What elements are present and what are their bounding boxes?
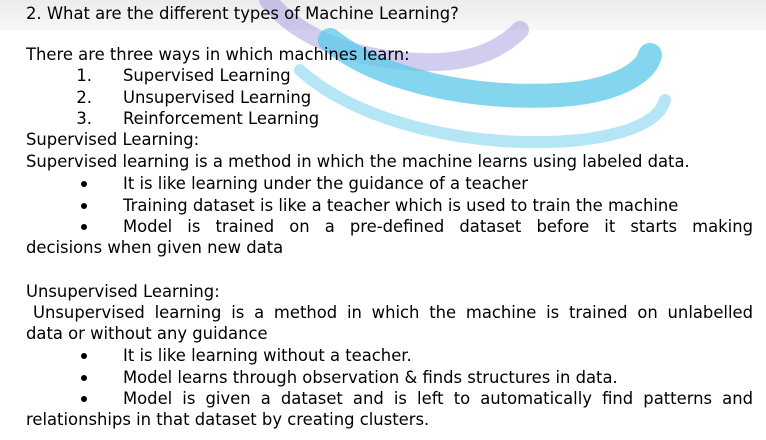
bullet-dot <box>81 353 87 359</box>
supervised-bullet: It is like learning under the guidance o… <box>123 174 529 193</box>
supervised-bullet: Training dataset is like a teacher which… <box>123 196 679 215</box>
supervised-definition: Supervised learning is a method in which… <box>26 152 690 171</box>
list-number: 1. <box>76 66 92 85</box>
unsupervised-definition: data or without any guidance <box>26 324 268 343</box>
intro-text: There are three ways in which machines l… <box>26 45 410 64</box>
unsupervised-bullet: It is like learning without a teacher. <box>123 346 412 365</box>
type-supervised: Supervised Learning <box>123 66 291 85</box>
unsupervised-bullet: Model learns through observation & finds… <box>123 368 618 387</box>
question-heading: 2. What are the different types of Machi… <box>26 4 459 23</box>
list-number: 3. <box>76 109 92 128</box>
type-unsupervised: Unsupervised Learning <box>123 88 312 107</box>
unsupervised-continuation: relationships in that dataset by creatin… <box>26 410 430 429</box>
supervised-heading: Supervised Learning: <box>26 130 200 149</box>
unsupervised-heading: Unsupervised Learning: <box>26 282 220 301</box>
bullet-dot <box>81 181 87 187</box>
bullet-dot <box>81 224 87 230</box>
supervised-bullet: Model is trained on a pre-defined datase… <box>123 217 753 236</box>
unsupervised-definition: Unsupervised learning is a method in whi… <box>33 303 753 322</box>
type-reinforcement: Reinforcement Learning <box>123 109 320 128</box>
bullet-dot <box>81 375 87 381</box>
list-number: 2. <box>76 88 92 107</box>
bullet-dot <box>81 396 87 402</box>
bullet-dot <box>81 203 87 209</box>
supervised-continuation: decisions when given new data <box>26 238 284 257</box>
unsupervised-bullet: Model is given a dataset and is left to … <box>123 389 753 408</box>
